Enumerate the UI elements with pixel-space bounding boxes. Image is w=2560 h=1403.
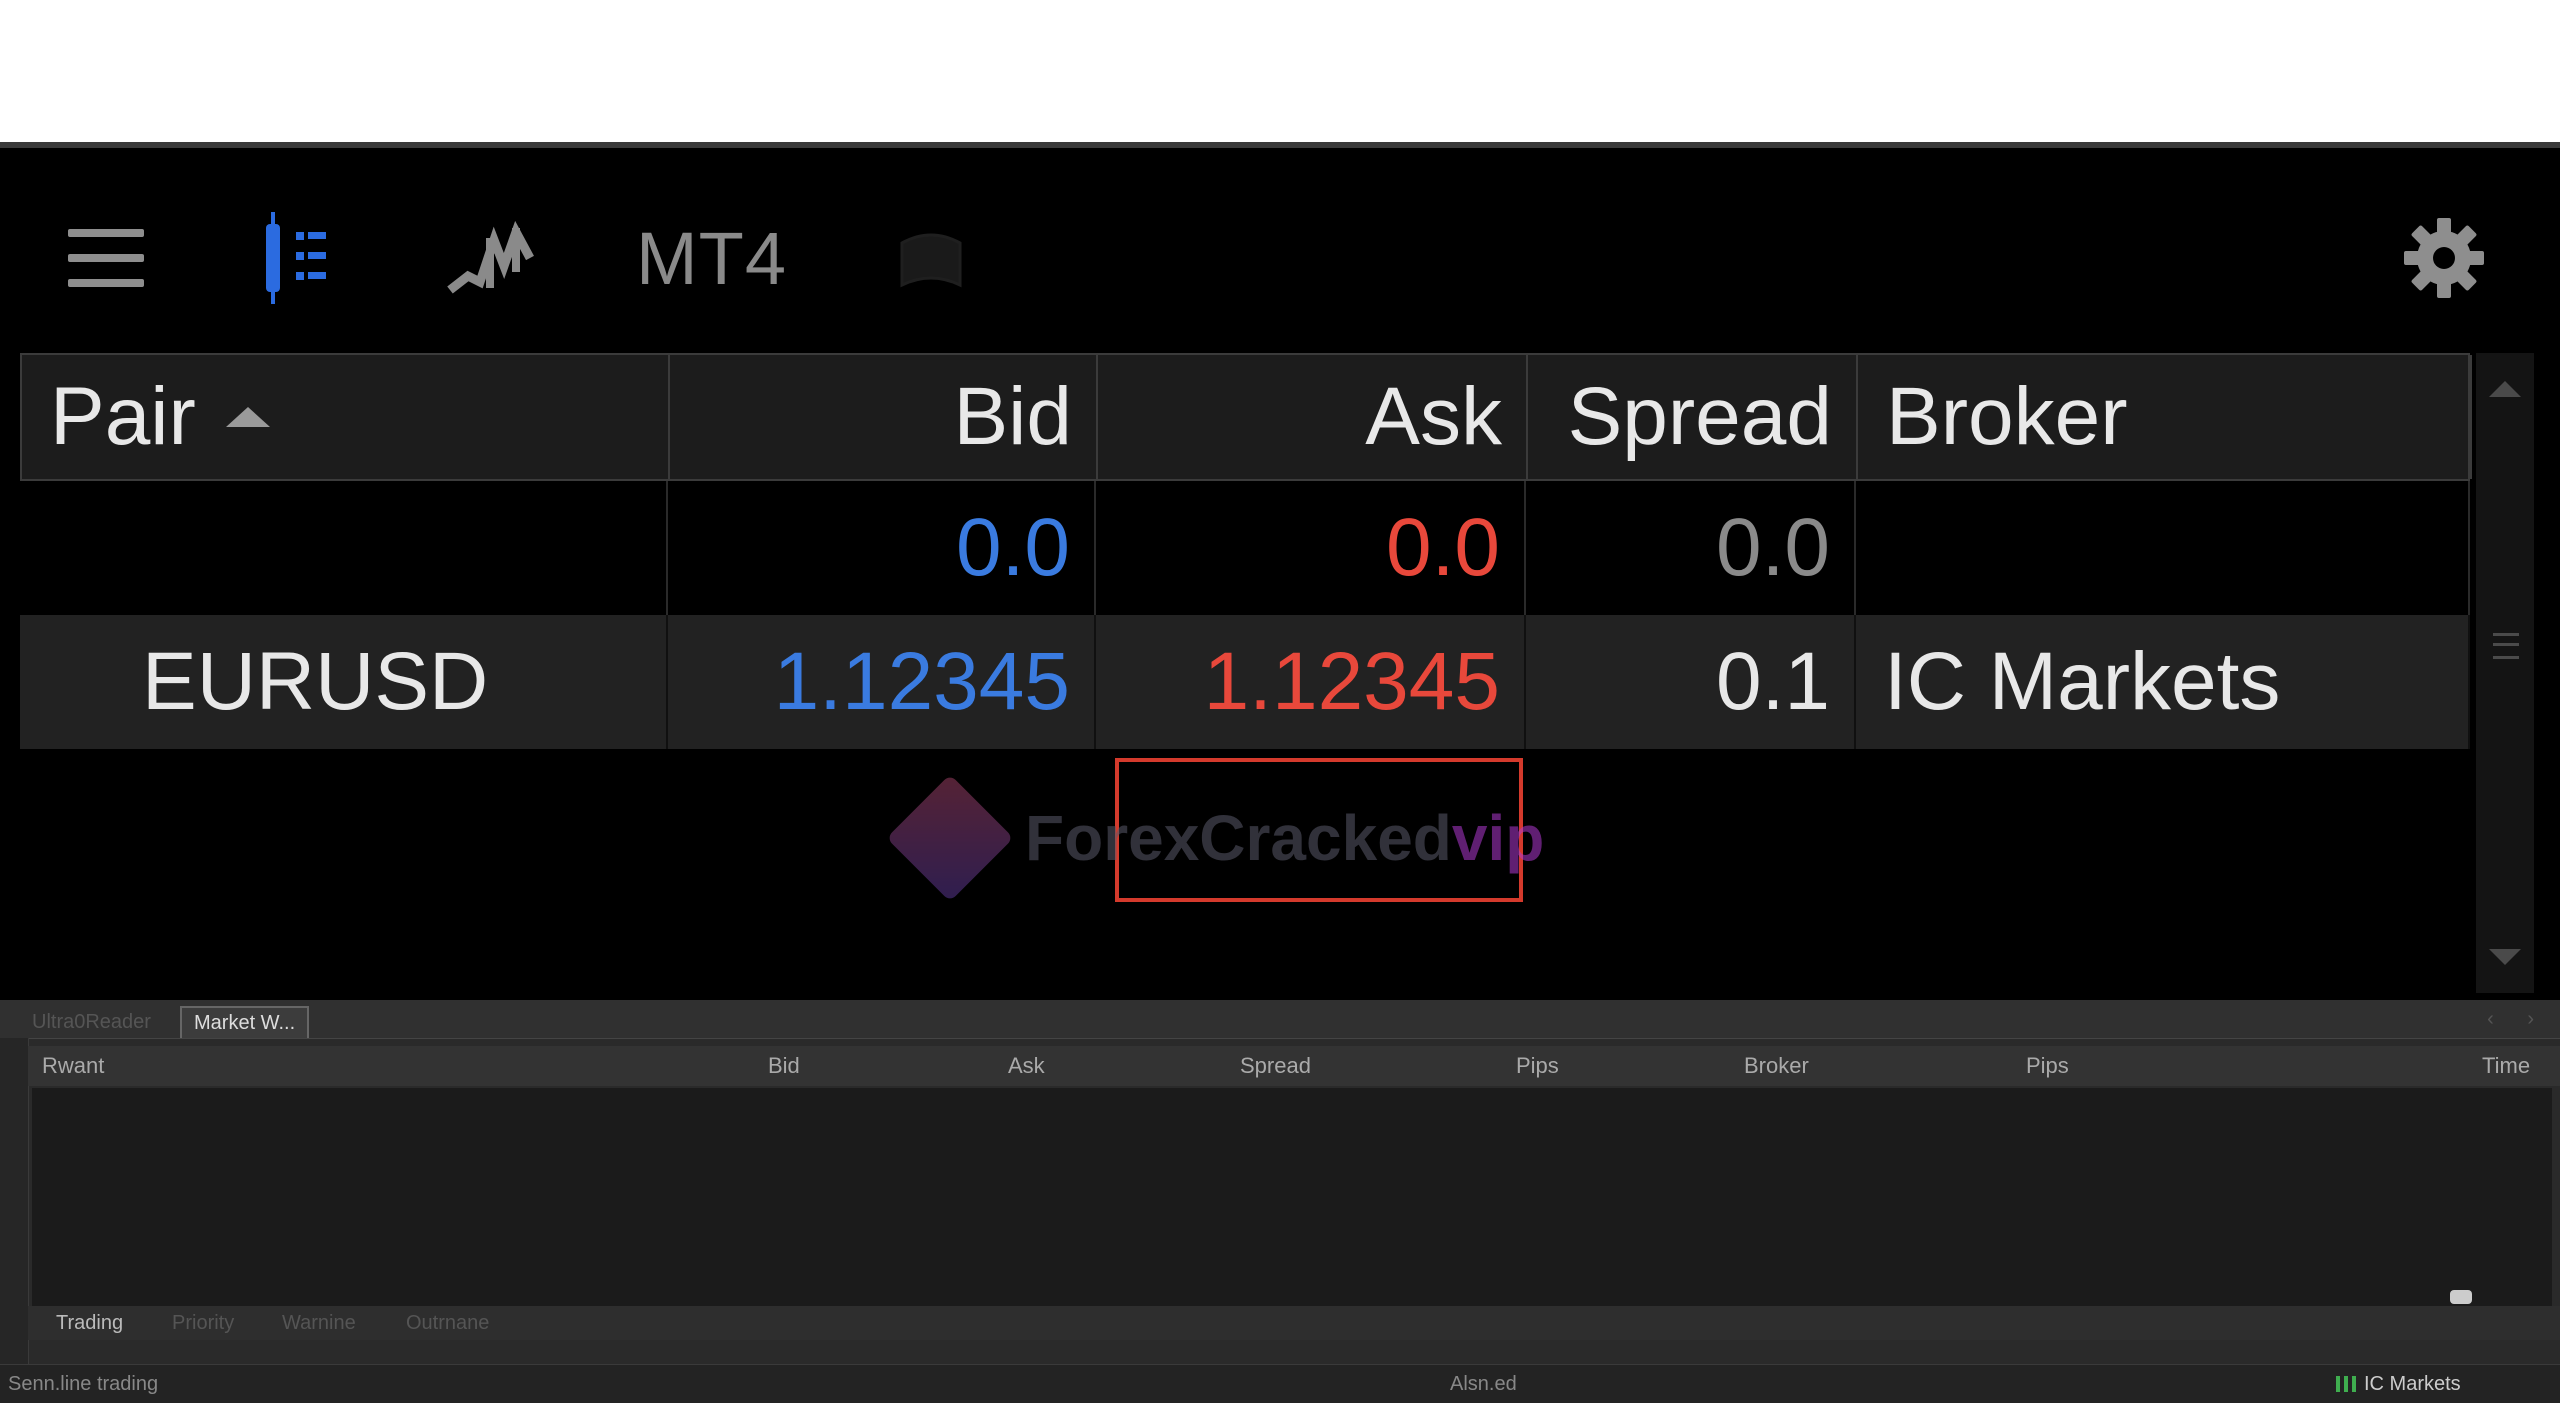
scroll-down-icon[interactable] bbox=[2489, 949, 2521, 965]
watermark-suffix: vip bbox=[1451, 802, 1545, 874]
scroll-grip-icon[interactable] bbox=[2493, 633, 2519, 659]
col-ask[interactable]: Ask bbox=[1008, 1046, 1045, 1086]
tab-market-watch[interactable]: Market W... bbox=[180, 1006, 310, 1038]
toolbar: MT4 bbox=[0, 148, 2560, 353]
chart-icon[interactable] bbox=[446, 208, 542, 308]
status-broker: IC Markets bbox=[2364, 1372, 2461, 1395]
sort-ascending-icon bbox=[225, 407, 270, 427]
status-left: Senn.line trading bbox=[8, 1372, 159, 1395]
bid-column-header[interactable]: Bid bbox=[670, 355, 1098, 479]
ask-cell: 1.12345 bbox=[1096, 615, 1526, 749]
vertical-scrollbar[interactable] bbox=[2476, 353, 2534, 993]
watermark-logo-icon bbox=[886, 774, 1014, 902]
mt4-button[interactable]: MT4 bbox=[636, 208, 787, 308]
quotes-table: Pair Bid Ask Spread Broker 0.0 0.0 0.0 E… bbox=[20, 353, 2472, 749]
pair-header-label: Pair bbox=[50, 371, 196, 462]
bid-cell: 1.12345 bbox=[668, 615, 1096, 749]
watermark: ForexCracked vip bbox=[886, 774, 1545, 902]
panel-bottom-tabs: Trading Priority Warnine Outrnane bbox=[28, 1306, 2560, 1340]
broker-cell bbox=[1856, 481, 2470, 615]
pair-cell: EURUSD bbox=[20, 615, 668, 749]
status-mid: Alsn.ed bbox=[1450, 1372, 1517, 1395]
tab-outrnane[interactable]: Outrnane bbox=[392, 1306, 503, 1340]
tab-warnine[interactable]: Warnine bbox=[268, 1306, 370, 1340]
tab-priority[interactable]: Priority bbox=[158, 1306, 248, 1340]
ask-column-header[interactable]: Ask bbox=[1098, 355, 1528, 479]
spread-column-header[interactable]: Spread bbox=[1528, 355, 1858, 479]
broker-column-header[interactable]: Broker bbox=[1858, 355, 2472, 479]
tab-ultra-reader[interactable]: Ultra0Reader bbox=[20, 1006, 163, 1038]
ask-cell: 0.0 bbox=[1096, 481, 1526, 615]
bid-cell: 0.0 bbox=[668, 481, 1096, 615]
resize-handle[interactable] bbox=[2450, 1290, 2472, 1304]
menu-icon[interactable] bbox=[66, 208, 146, 308]
terminal-panel: Ultra0Reader Market W... ‹ › Rwant Bid A… bbox=[0, 1000, 2560, 1403]
spread-cell: 0.1 bbox=[1526, 615, 1856, 749]
col-time[interactable]: Time bbox=[2482, 1046, 2530, 1086]
tab-nav-arrows-icon[interactable]: ‹ › bbox=[2487, 1008, 2548, 1031]
faded-icon bbox=[896, 208, 966, 308]
table-row[interactable]: 0.0 0.0 0.0 bbox=[20, 481, 2470, 615]
table-header: Pair Bid Ask Spread Broker bbox=[20, 353, 2472, 481]
panel-tabbar: Ultra0Reader Market W... ‹ › bbox=[0, 1000, 2560, 1039]
spread-cell: 0.0 bbox=[1526, 481, 1856, 615]
connection-icon bbox=[2336, 1376, 2356, 1392]
status-bar: Senn.line trading Alsn.ed IC Markets bbox=[0, 1364, 2560, 1403]
col-bid[interactable]: Bid bbox=[768, 1046, 800, 1086]
status-broker-group: IC Markets bbox=[2336, 1365, 2461, 1403]
market-watch-icon[interactable] bbox=[256, 208, 336, 308]
app-window: MT4 Pair Bid Ask Spread Broker 0.0 0.0 0… bbox=[0, 142, 2560, 1403]
watermark-text: ForexCracked bbox=[1025, 802, 1452, 874]
col-spread[interactable]: Spread bbox=[1240, 1046, 1311, 1086]
col-pips[interactable]: Pips bbox=[1516, 1046, 1559, 1086]
broker-cell: IC Markets bbox=[1856, 615, 2470, 749]
panel-grid bbox=[32, 1088, 2552, 1306]
table-row[interactable]: EURUSD 1.12345 1.12345 0.1 IC Markets bbox=[20, 615, 2470, 749]
tab-trading[interactable]: Trading bbox=[42, 1306, 137, 1340]
gear-icon[interactable] bbox=[2402, 208, 2486, 308]
panel-column-headers: Rwant Bid Ask Spread Pips Broker Pips Ti… bbox=[28, 1046, 2560, 1086]
col-pips-2[interactable]: Pips bbox=[2026, 1046, 2069, 1086]
pair-cell bbox=[20, 481, 668, 615]
scroll-up-icon[interactable] bbox=[2489, 381, 2521, 397]
col-rwant[interactable]: Rwant bbox=[42, 1046, 104, 1086]
pair-column-header[interactable]: Pair bbox=[22, 355, 670, 479]
panel-side-strip bbox=[0, 1038, 29, 1364]
col-broker[interactable]: Broker bbox=[1744, 1046, 1809, 1086]
